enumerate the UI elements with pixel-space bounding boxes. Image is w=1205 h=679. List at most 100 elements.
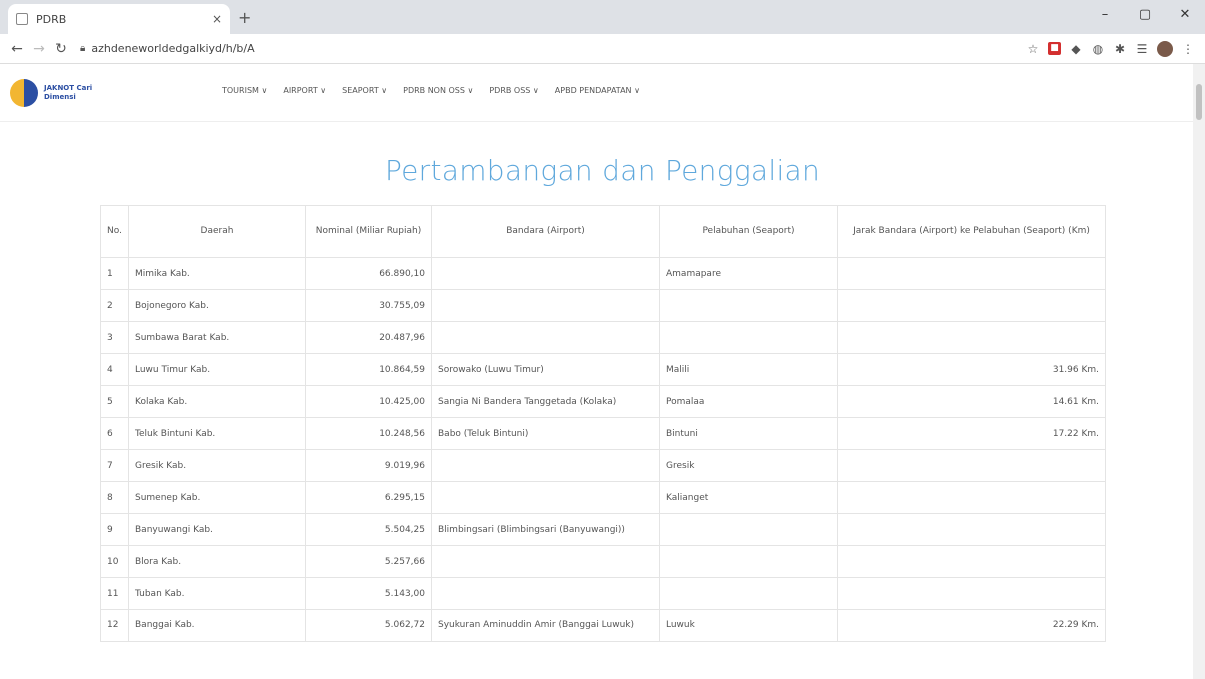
cell-nominal: 5.504,25 <box>305 513 432 546</box>
cell-pelabuhan <box>659 577 838 610</box>
scrollbar-thumb[interactable] <box>1196 84 1202 120</box>
cell-bandara: Syukuran Aminuddin Amir (Banggai Luwuk) <box>431 609 660 642</box>
cell-daerah: Blora Kab. <box>128 545 306 578</box>
cell-jarak <box>837 513 1106 546</box>
table-row: 1 Mimika Kab. 66.890,10 Amamapare <box>100 257 1106 290</box>
cell-jarak <box>837 289 1106 322</box>
cell-nominal: 5.062,72 <box>305 609 432 642</box>
cell-jarak <box>837 481 1106 514</box>
address-bar: ← → ↻ 🔒︎ azhdeneworldedgalkiyd/h/b/A ☆ ■… <box>0 34 1205 64</box>
cell-no: 12 <box>100 609 129 642</box>
cell-jarak: 14.61 Km. <box>837 385 1106 418</box>
cell-no: 8 <box>100 481 129 514</box>
forward-icon[interactable]: → <box>28 41 50 57</box>
cell-pelabuhan: Malili <box>659 353 838 386</box>
cell-pelabuhan: Bintuni <box>659 417 838 450</box>
cell-daerah: Bojonegoro Kab. <box>128 289 306 322</box>
extension-red-icon[interactable]: ■ <box>1048 42 1061 55</box>
header-bandara: Bandara (Airport) <box>431 205 660 258</box>
favicon-icon <box>16 13 28 25</box>
menu-seaport[interactable]: SEAPORT ∨ <box>342 86 387 95</box>
cell-pelabuhan <box>659 513 838 546</box>
cell-jarak: 17.22 Km. <box>837 417 1106 450</box>
cell-nominal: 66.890,10 <box>305 257 432 290</box>
url-field[interactable]: 🔒︎ azhdeneworldedgalkiyd/h/b/A <box>80 37 1018 61</box>
cell-no: 9 <box>100 513 129 546</box>
cell-bandara <box>431 481 660 514</box>
header-pelabuhan: Pelabuhan (Seaport) <box>659 205 838 258</box>
browser-tab[interactable]: PDRB × <box>8 4 230 34</box>
reload-icon[interactable]: ↻ <box>50 41 72 57</box>
table-row: 8 Sumenep Kab. 6.295,15 Kalianget <box>100 481 1106 514</box>
logo-text: JAKNOT Cari Dimensi <box>44 83 93 101</box>
close-window-button[interactable]: ✕ <box>1165 0 1205 34</box>
site-logo[interactable]: JAKNOT Cari Dimensi <box>10 78 104 107</box>
page-scrollbar[interactable] <box>1193 64 1205 679</box>
menu-tourism[interactable]: TOURISM ∨ <box>222 86 267 95</box>
table-row: 11 Tuban Kab. 5.143,00 <box>100 577 1106 610</box>
cell-pelabuhan: Gresik <box>659 449 838 482</box>
maximize-button[interactable]: ▢ <box>1125 0 1165 34</box>
url-text: azhdeneworldedgalkiyd/h/b/A <box>91 42 255 55</box>
cell-pelabuhan: Pomalaa <box>659 385 838 418</box>
table-row: 12 Banggai Kab. 5.062,72 Syukuran Aminud… <box>100 609 1106 642</box>
table-row: 3 Sumbawa Barat Kab. 20.487,96 <box>100 321 1106 354</box>
extension-globe-icon[interactable]: ◍ <box>1091 42 1105 56</box>
extension-blue-icon[interactable]: ◆ <box>1069 42 1083 56</box>
extension-puzzle-icon[interactable]: ✱ <box>1113 42 1127 56</box>
cell-daerah: Sumenep Kab. <box>128 481 306 514</box>
menu-pdrb-oss[interactable]: PDRB OSS ∨ <box>489 86 538 95</box>
kebab-menu-icon[interactable]: ⋮ <box>1181 42 1195 56</box>
cell-no: 3 <box>100 321 129 354</box>
menu-airport[interactable]: AIRPORT ∨ <box>283 86 326 95</box>
cell-jarak: 31.96 Km. <box>837 353 1106 386</box>
cell-daerah: Sumbawa Barat Kab. <box>128 321 306 354</box>
minimize-button[interactable]: – <box>1085 0 1125 34</box>
cell-daerah: Gresik Kab. <box>128 449 306 482</box>
cell-jarak <box>837 545 1106 578</box>
menu-pdrb-non-oss[interactable]: PDRB NON OSS ∨ <box>403 86 473 95</box>
table-row: 6 Teluk Bintuni Kab. 10.248,56 Babo (Tel… <box>100 417 1106 450</box>
table-row: 4 Luwu Timur Kab. 10.864,59 Sorowako (Lu… <box>100 353 1106 386</box>
cell-nominal: 10.864,59 <box>305 353 432 386</box>
header-nominal: Nominal (Miliar Rupiah) <box>305 205 432 258</box>
cell-bandara: Sangia Ni Bandera Tanggetada (Kolaka) <box>431 385 660 418</box>
cell-no: 2 <box>100 289 129 322</box>
cell-daerah: Teluk Bintuni Kab. <box>128 417 306 450</box>
cell-no: 5 <box>100 385 129 418</box>
cell-bandara <box>431 545 660 578</box>
lock-icon: 🔒︎ <box>80 43 86 54</box>
cell-nominal: 20.487,96 <box>305 321 432 354</box>
cell-jarak: 22.29 Km. <box>837 609 1106 642</box>
cell-bandara <box>431 289 660 322</box>
table-row: 7 Gresik Kab. 9.019,96 Gresik <box>100 449 1106 482</box>
site-navbar: JAKNOT Cari Dimensi TOURISM ∨ AIRPORT ∨ … <box>0 64 1205 122</box>
table-row: 9 Banyuwangi Kab. 5.504,25 Blimbingsari … <box>100 513 1106 546</box>
back-icon[interactable]: ← <box>6 41 28 57</box>
browser-tab-strip: PDRB × + – ▢ ✕ <box>0 0 1205 34</box>
reading-list-icon[interactable]: ☰ <box>1135 42 1149 56</box>
extensions-toolbar: ☆ ■ ◆ ◍ ✱ ☰ ⋮ <box>1026 40 1199 57</box>
cell-pelabuhan: Kalianget <box>659 481 838 514</box>
cell-no: 10 <box>100 545 129 578</box>
new-tab-button[interactable]: + <box>238 8 251 27</box>
menu-apbd-pendapatan[interactable]: APBD PENDAPATAN ∨ <box>555 86 640 95</box>
cell-nominal: 10.425,00 <box>305 385 432 418</box>
cell-no: 6 <box>100 417 129 450</box>
header-no: No. <box>100 205 129 258</box>
site-menu: TOURISM ∨ AIRPORT ∨ SEAPORT ∨ PDRB NON O… <box>222 86 640 95</box>
cell-bandara: Babo (Teluk Bintuni) <box>431 417 660 450</box>
cell-nominal: 9.019,96 <box>305 449 432 482</box>
cell-pelabuhan <box>659 321 838 354</box>
cell-bandara <box>431 577 660 610</box>
table-row: 10 Blora Kab. 5.257,66 <box>100 545 1106 578</box>
profile-avatar-icon[interactable] <box>1157 40 1173 57</box>
bookmark-star-icon[interactable]: ☆ <box>1026 42 1040 56</box>
tab-close-icon[interactable]: × <box>212 12 222 26</box>
window-controls: – ▢ ✕ <box>1085 0 1205 34</box>
cell-pelabuhan: Amamapare <box>659 257 838 290</box>
table-row: 5 Kolaka Kab. 10.425,00 Sangia Ni Bander… <box>100 385 1106 418</box>
cell-no: 4 <box>100 353 129 386</box>
cell-daerah: Tuban Kab. <box>128 577 306 610</box>
data-table: No. Daerah Nominal (Miliar Rupiah) Banda… <box>100 205 1106 642</box>
